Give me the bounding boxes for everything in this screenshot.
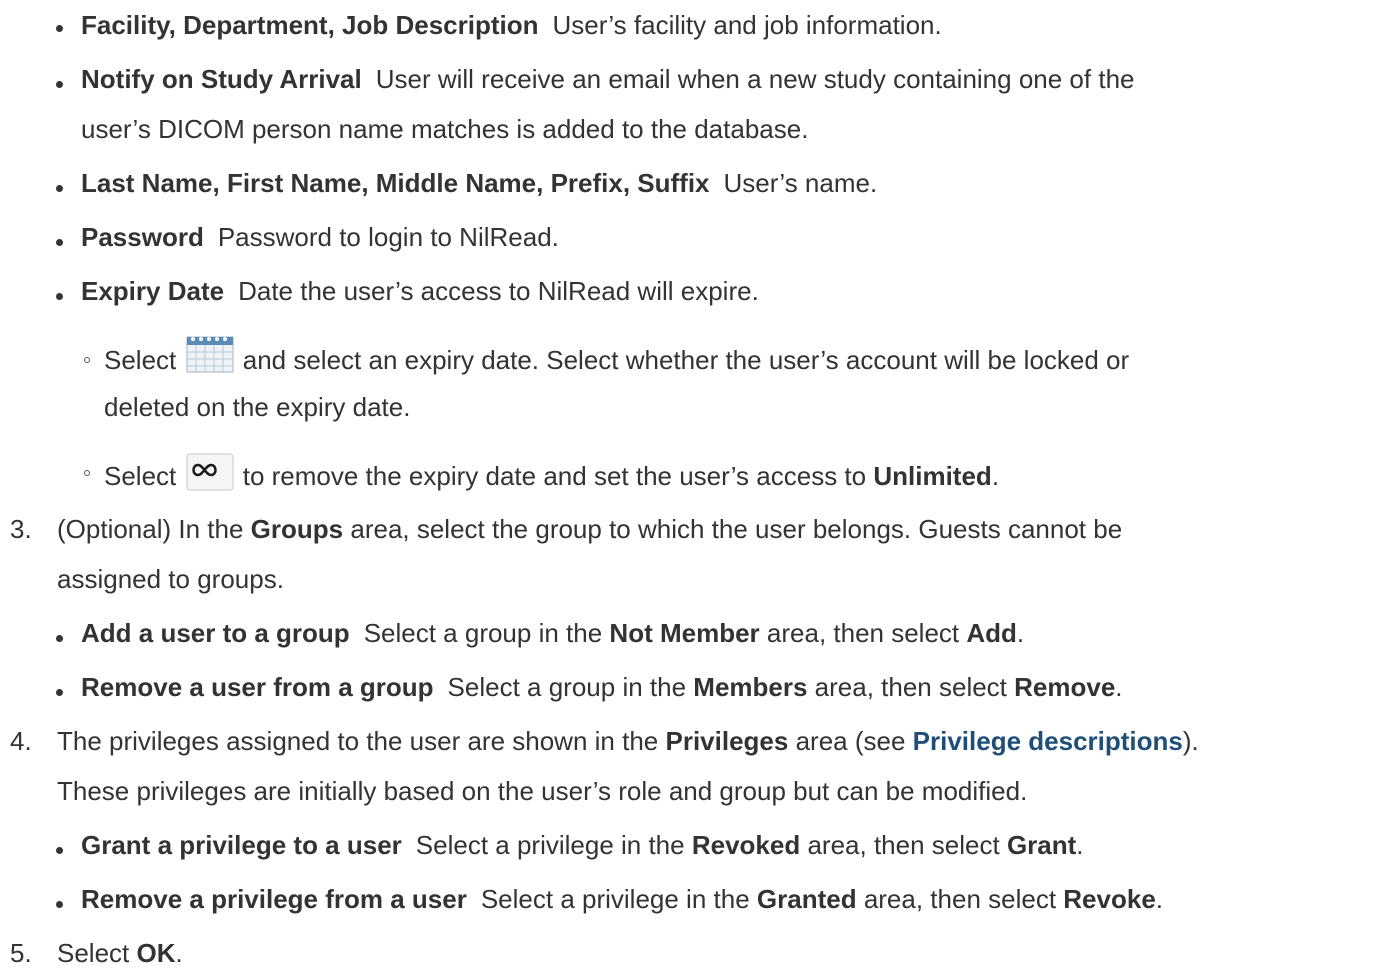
item-expiry-unlimited: Select to remove the expiry date and set… — [104, 453, 999, 493]
step-4: The privileges assigned to the user are … — [57, 724, 1199, 758]
text: area, select the group to which the user… — [350, 514, 1123, 544]
text: Select — [57, 938, 130, 968]
text: These privileges are initially based on … — [57, 776, 1028, 806]
step-number: 3. — [10, 514, 32, 544]
item-password: Password Password to login to NilRead. — [81, 220, 559, 254]
term: Grant — [1006, 830, 1077, 860]
term: Add a user to a group — [81, 618, 350, 648]
item-notify-cont: user’s DICOM person name matches is adde… — [81, 112, 808, 146]
step-3: (Optional) In the Groups area, select th… — [57, 512, 1122, 546]
infinity-icon[interactable] — [186, 453, 234, 491]
bullet — [56, 293, 63, 300]
item-add-to-group: Add a user to a group Select a group in t… — [81, 616, 1024, 650]
item-expiry-calendar-cont: deleted on the expiry date. — [104, 390, 410, 424]
term: Remove — [1014, 672, 1116, 702]
term: OK — [136, 938, 176, 968]
punct: . — [1115, 672, 1123, 702]
item-revoke-privilege: Remove a privilege from a user Select a p… — [81, 882, 1163, 916]
desc: User will receive an email when a new st… — [375, 64, 1135, 94]
term: Notify on Study Arrival — [81, 64, 362, 94]
text: Select — [104, 345, 177, 375]
item-expiry-calendar: Select and select an expiry date. Select… — [104, 335, 1129, 377]
term: Facility, Department, Job Description — [81, 10, 539, 40]
text: The privileges assigned to the user are … — [57, 726, 659, 756]
term: Password — [81, 222, 204, 252]
text: deleted on the expiry date. — [104, 392, 411, 422]
item-notify: Notify on Study Arrival User will receive… — [81, 62, 1134, 96]
term: Privileges — [665, 726, 789, 756]
term: Members — [693, 672, 808, 702]
item-grant-privilege: Grant a privilege to a user Select a priv… — [81, 828, 1084, 862]
text: assigned to groups. — [57, 564, 284, 594]
term: Unlimited — [873, 461, 992, 491]
punct: . — [991, 461, 1000, 491]
term: Remove a user from a group — [81, 672, 434, 702]
punct: ). — [1182, 726, 1199, 756]
text: area, then select — [863, 884, 1057, 914]
bullet — [56, 81, 63, 88]
punct: . — [175, 938, 183, 968]
desc: Password to login to NilRead. — [217, 222, 559, 252]
text: Select a group in the — [447, 672, 687, 702]
bullet — [56, 239, 63, 246]
desc: User’s name. — [723, 168, 878, 198]
step-4-cont: These privileges are initially based on … — [57, 774, 1027, 808]
text: Select a privilege in the — [415, 830, 685, 860]
bullet — [56, 847, 63, 854]
text: (Optional) In the — [57, 514, 244, 544]
text: area, then select — [807, 830, 1000, 860]
item-name: Last Name, First Name, Middle Name, Pref… — [81, 166, 877, 200]
bullet — [56, 25, 63, 32]
sub-bullet — [84, 470, 90, 476]
bullet — [56, 185, 63, 192]
sub-bullet — [84, 357, 90, 363]
term: Revoked — [691, 830, 801, 860]
text: Select a group in the — [363, 618, 603, 648]
term: Expiry Date — [81, 276, 225, 306]
text: Select a privilege in the — [480, 884, 750, 914]
text: area, then select — [814, 672, 1007, 702]
text: and select an expiry date. Select whethe… — [242, 345, 1130, 375]
punct: . — [1155, 884, 1164, 914]
term: Grant a privilege to a user — [81, 830, 402, 860]
punct: . — [1076, 830, 1084, 860]
term: Granted — [756, 884, 857, 914]
bullet — [56, 901, 63, 908]
step-3-cont: assigned to groups. — [57, 562, 284, 596]
desc: Date the user’s access to NilRead will e… — [238, 276, 759, 306]
item-facility: Facility, Department, Job Description Use… — [81, 8, 942, 42]
text: to remove the expiry date and set the us… — [242, 461, 867, 491]
text: area (see — [795, 726, 906, 756]
term: Last Name, First Name, Middle Name, Pref… — [81, 168, 710, 198]
term: Groups — [250, 514, 344, 544]
term: Revoke — [1063, 884, 1156, 914]
text: Select — [104, 461, 177, 491]
privilege-descriptions-link[interactable]: Privilege descriptions — [913, 726, 1183, 756]
text: area, then select — [766, 618, 960, 648]
term: Not Member — [609, 618, 760, 648]
item-expiry: Expiry Date Date the user’s access to Nil… — [81, 274, 759, 308]
desc: User’s facility and job information. — [552, 10, 942, 40]
calendar-icon[interactable] — [186, 335, 234, 373]
step-number: 4. — [10, 726, 32, 756]
term: Remove a privilege from a user — [81, 884, 467, 914]
item-remove-from-group: Remove a user from a group Select a group… — [81, 670, 1123, 704]
punct: . — [1016, 618, 1025, 648]
term: Add — [966, 618, 1017, 648]
bullet — [56, 689, 63, 696]
desc: user’s DICOM person name matches is adde… — [81, 114, 809, 144]
bullet — [56, 635, 63, 642]
